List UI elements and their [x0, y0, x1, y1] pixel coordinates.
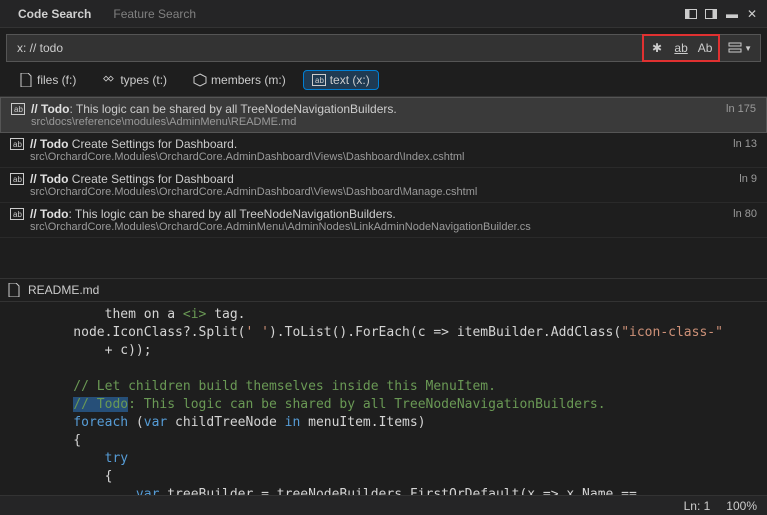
- zoom-level[interactable]: 100%: [726, 499, 757, 513]
- file-icon: [8, 283, 22, 297]
- result-title: // Todo: This logic can be shared by all…: [31, 102, 397, 116]
- svg-text:ab: ab: [14, 105, 23, 114]
- svg-text:ab: ab: [13, 175, 22, 184]
- search-input[interactable]: [11, 37, 642, 59]
- result-title: // Todo Create Settings for Dashboard: [30, 172, 234, 186]
- search-row: ✱ ab Ab ▼: [6, 34, 761, 62]
- file-icon: [19, 73, 33, 87]
- tab-code-search[interactable]: Code Search: [8, 3, 101, 25]
- dock-right-icon[interactable]: [705, 8, 719, 20]
- search-options: ✱ ab Ab ▼: [642, 34, 756, 62]
- text-icon: ab: [10, 173, 24, 185]
- code-editor[interactable]: them on a <i> tag. node.IconClass?.Split…: [0, 302, 767, 495]
- statusbar: Ln: 1 100%: [0, 495, 767, 515]
- result-item[interactable]: ab // Todo Create Settings for Dashboard…: [0, 168, 767, 203]
- code-content: them on a <i> tag. node.IconClass?.Split…: [42, 302, 767, 495]
- match-case-button[interactable]: Ab: [694, 38, 716, 58]
- result-path: src\docs\reference\modules\AdminMenu\REA…: [31, 116, 756, 128]
- result-line: ln 80: [733, 208, 757, 220]
- result-path: src\OrchardCore.Modules\OrchardCore.Admi…: [30, 151, 757, 163]
- svg-text:ab: ab: [315, 76, 324, 85]
- file-tab-bar: README.md: [0, 278, 767, 302]
- dock-left-icon[interactable]: [685, 8, 699, 20]
- text-icon: ab: [10, 208, 24, 220]
- result-title: // Todo Create Settings for Dashboard.: [30, 137, 237, 151]
- result-line: ln 13: [733, 138, 757, 150]
- result-line: ln 9: [739, 173, 757, 185]
- filter-types[interactable]: types (t:): [93, 70, 176, 90]
- members-icon: [193, 73, 207, 87]
- filter-row: files (f:) types (t:) members (m:) ab te…: [0, 66, 767, 96]
- svg-text:ab: ab: [13, 210, 22, 219]
- match-any-button[interactable]: ✱: [646, 38, 668, 58]
- result-item[interactable]: ab // Todo: This logic can be shared by …: [0, 203, 767, 238]
- result-path: src\OrchardCore.Modules\OrchardCore.Admi…: [30, 221, 757, 233]
- view-dropdown[interactable]: ▼: [728, 41, 752, 55]
- search-tabs: Code Search Feature Search: [8, 3, 206, 25]
- result-line: ln 175: [726, 103, 756, 115]
- results-list[interactable]: ab // Todo: This logic can be shared by …: [0, 96, 767, 278]
- cursor-position: Ln: 1: [684, 499, 711, 513]
- result-item[interactable]: ab // Todo Create Settings for Dashboard…: [0, 133, 767, 168]
- match-whole-word-button[interactable]: ab: [670, 38, 692, 58]
- titlebar: Code Search Feature Search ▬ ✕: [0, 0, 767, 28]
- minimize-icon[interactable]: ▬: [725, 7, 739, 21]
- text-icon: ab: [312, 73, 326, 87]
- text-icon: ab: [10, 138, 24, 150]
- close-icon[interactable]: ✕: [745, 7, 759, 21]
- result-title: // Todo: This logic can be shared by all…: [30, 207, 396, 221]
- svg-text:ab: ab: [13, 140, 22, 149]
- result-path: src\OrchardCore.Modules\OrchardCore.Admi…: [30, 186, 757, 198]
- gutter: [0, 302, 42, 495]
- types-icon: [102, 73, 116, 87]
- filter-members[interactable]: members (m:): [184, 70, 295, 90]
- filter-text[interactable]: ab text (x:): [303, 70, 379, 90]
- tab-feature-search[interactable]: Feature Search: [103, 3, 206, 25]
- highlighted-option-group: ✱ ab Ab: [642, 34, 720, 62]
- filter-files[interactable]: files (f:): [10, 70, 85, 90]
- text-icon: ab: [11, 103, 25, 115]
- filter-text-label: text (x:): [330, 73, 370, 87]
- filter-files-label: files (f:): [37, 73, 76, 87]
- open-file-name: README.md: [28, 283, 99, 297]
- filter-members-label: members (m:): [211, 73, 286, 87]
- filter-types-label: types (t:): [120, 73, 167, 87]
- result-item[interactable]: ab // Todo: This logic can be shared by …: [0, 97, 767, 133]
- window-controls: ▬ ✕: [685, 7, 759, 21]
